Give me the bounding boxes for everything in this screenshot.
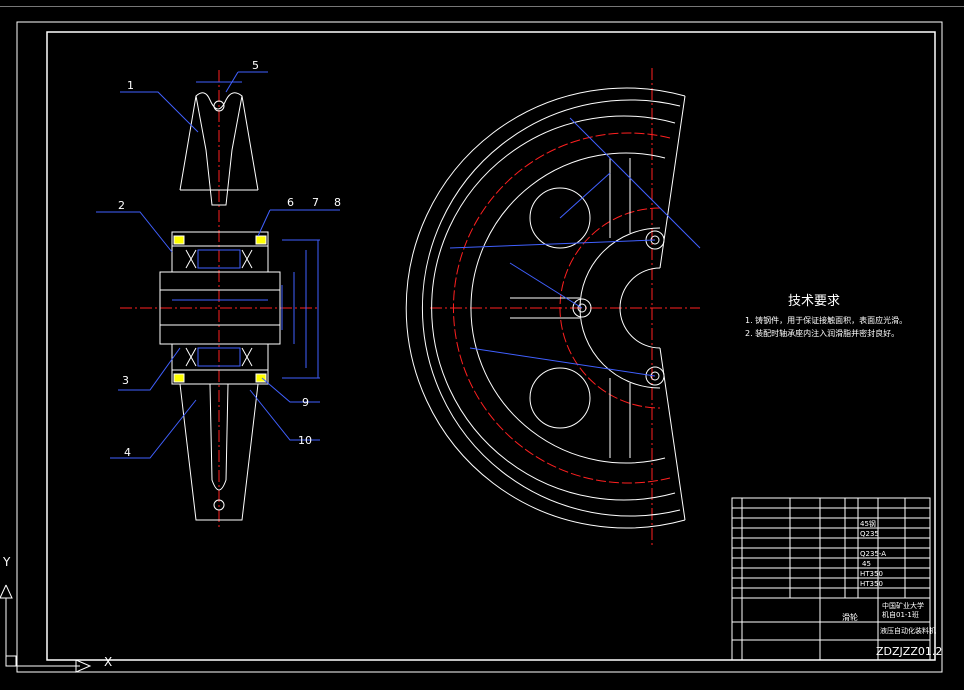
- part-number-9: 9: [302, 396, 309, 409]
- part-number-8: 8: [334, 196, 341, 209]
- ucs-y-label: Y: [3, 555, 11, 569]
- part-number-7: 7: [312, 196, 319, 209]
- technical-requirement-2: 2. 装配时轴承座内注入润滑脂并密封良好。: [745, 329, 900, 338]
- title-block: [731, 497, 931, 661]
- material-6: HT350: [860, 580, 883, 588]
- drawing-title: 液压自动化装料机: [880, 626, 936, 635]
- outer-border: [16, 21, 943, 673]
- material-2: Q235: [860, 530, 879, 538]
- part-number-6: 6: [287, 196, 294, 209]
- material-3: Q235-A: [860, 550, 886, 558]
- ucs-icon: [0, 584, 92, 673]
- part-number-4: 4: [124, 446, 131, 459]
- technical-requirement-1: 1. 铸钢件，用于保证接触面积，表面应光滑。: [745, 316, 908, 325]
- inner-border: [46, 31, 936, 661]
- part-number-1: 1: [127, 79, 134, 92]
- drawing-code: ZDZJZZ01.2: [876, 645, 943, 658]
- part-name: 滑轮: [842, 612, 858, 622]
- cad-drawing-canvas[interactable]: 1 5 2 6 7 8 3 9 4 10 45钢 Q235 Q235-A 45 …: [0, 0, 964, 690]
- part-number-5: 5: [252, 59, 259, 72]
- part-number-2: 2: [118, 199, 125, 212]
- part-number-3: 3: [122, 374, 129, 387]
- part-number-10: 10: [298, 434, 312, 447]
- ucs-x-label: X: [104, 655, 113, 669]
- technical-requirements-title: 技术要求: [788, 294, 841, 309]
- school-name: 中国矿业大学: [882, 601, 924, 610]
- material-4: 45: [862, 560, 871, 568]
- material-1: 45钢: [860, 519, 876, 528]
- section-view: [96, 70, 340, 530]
- class-name: 机自01-1班: [882, 610, 919, 619]
- material-5: HT350: [860, 570, 883, 578]
- front-view: [405, 68, 701, 548]
